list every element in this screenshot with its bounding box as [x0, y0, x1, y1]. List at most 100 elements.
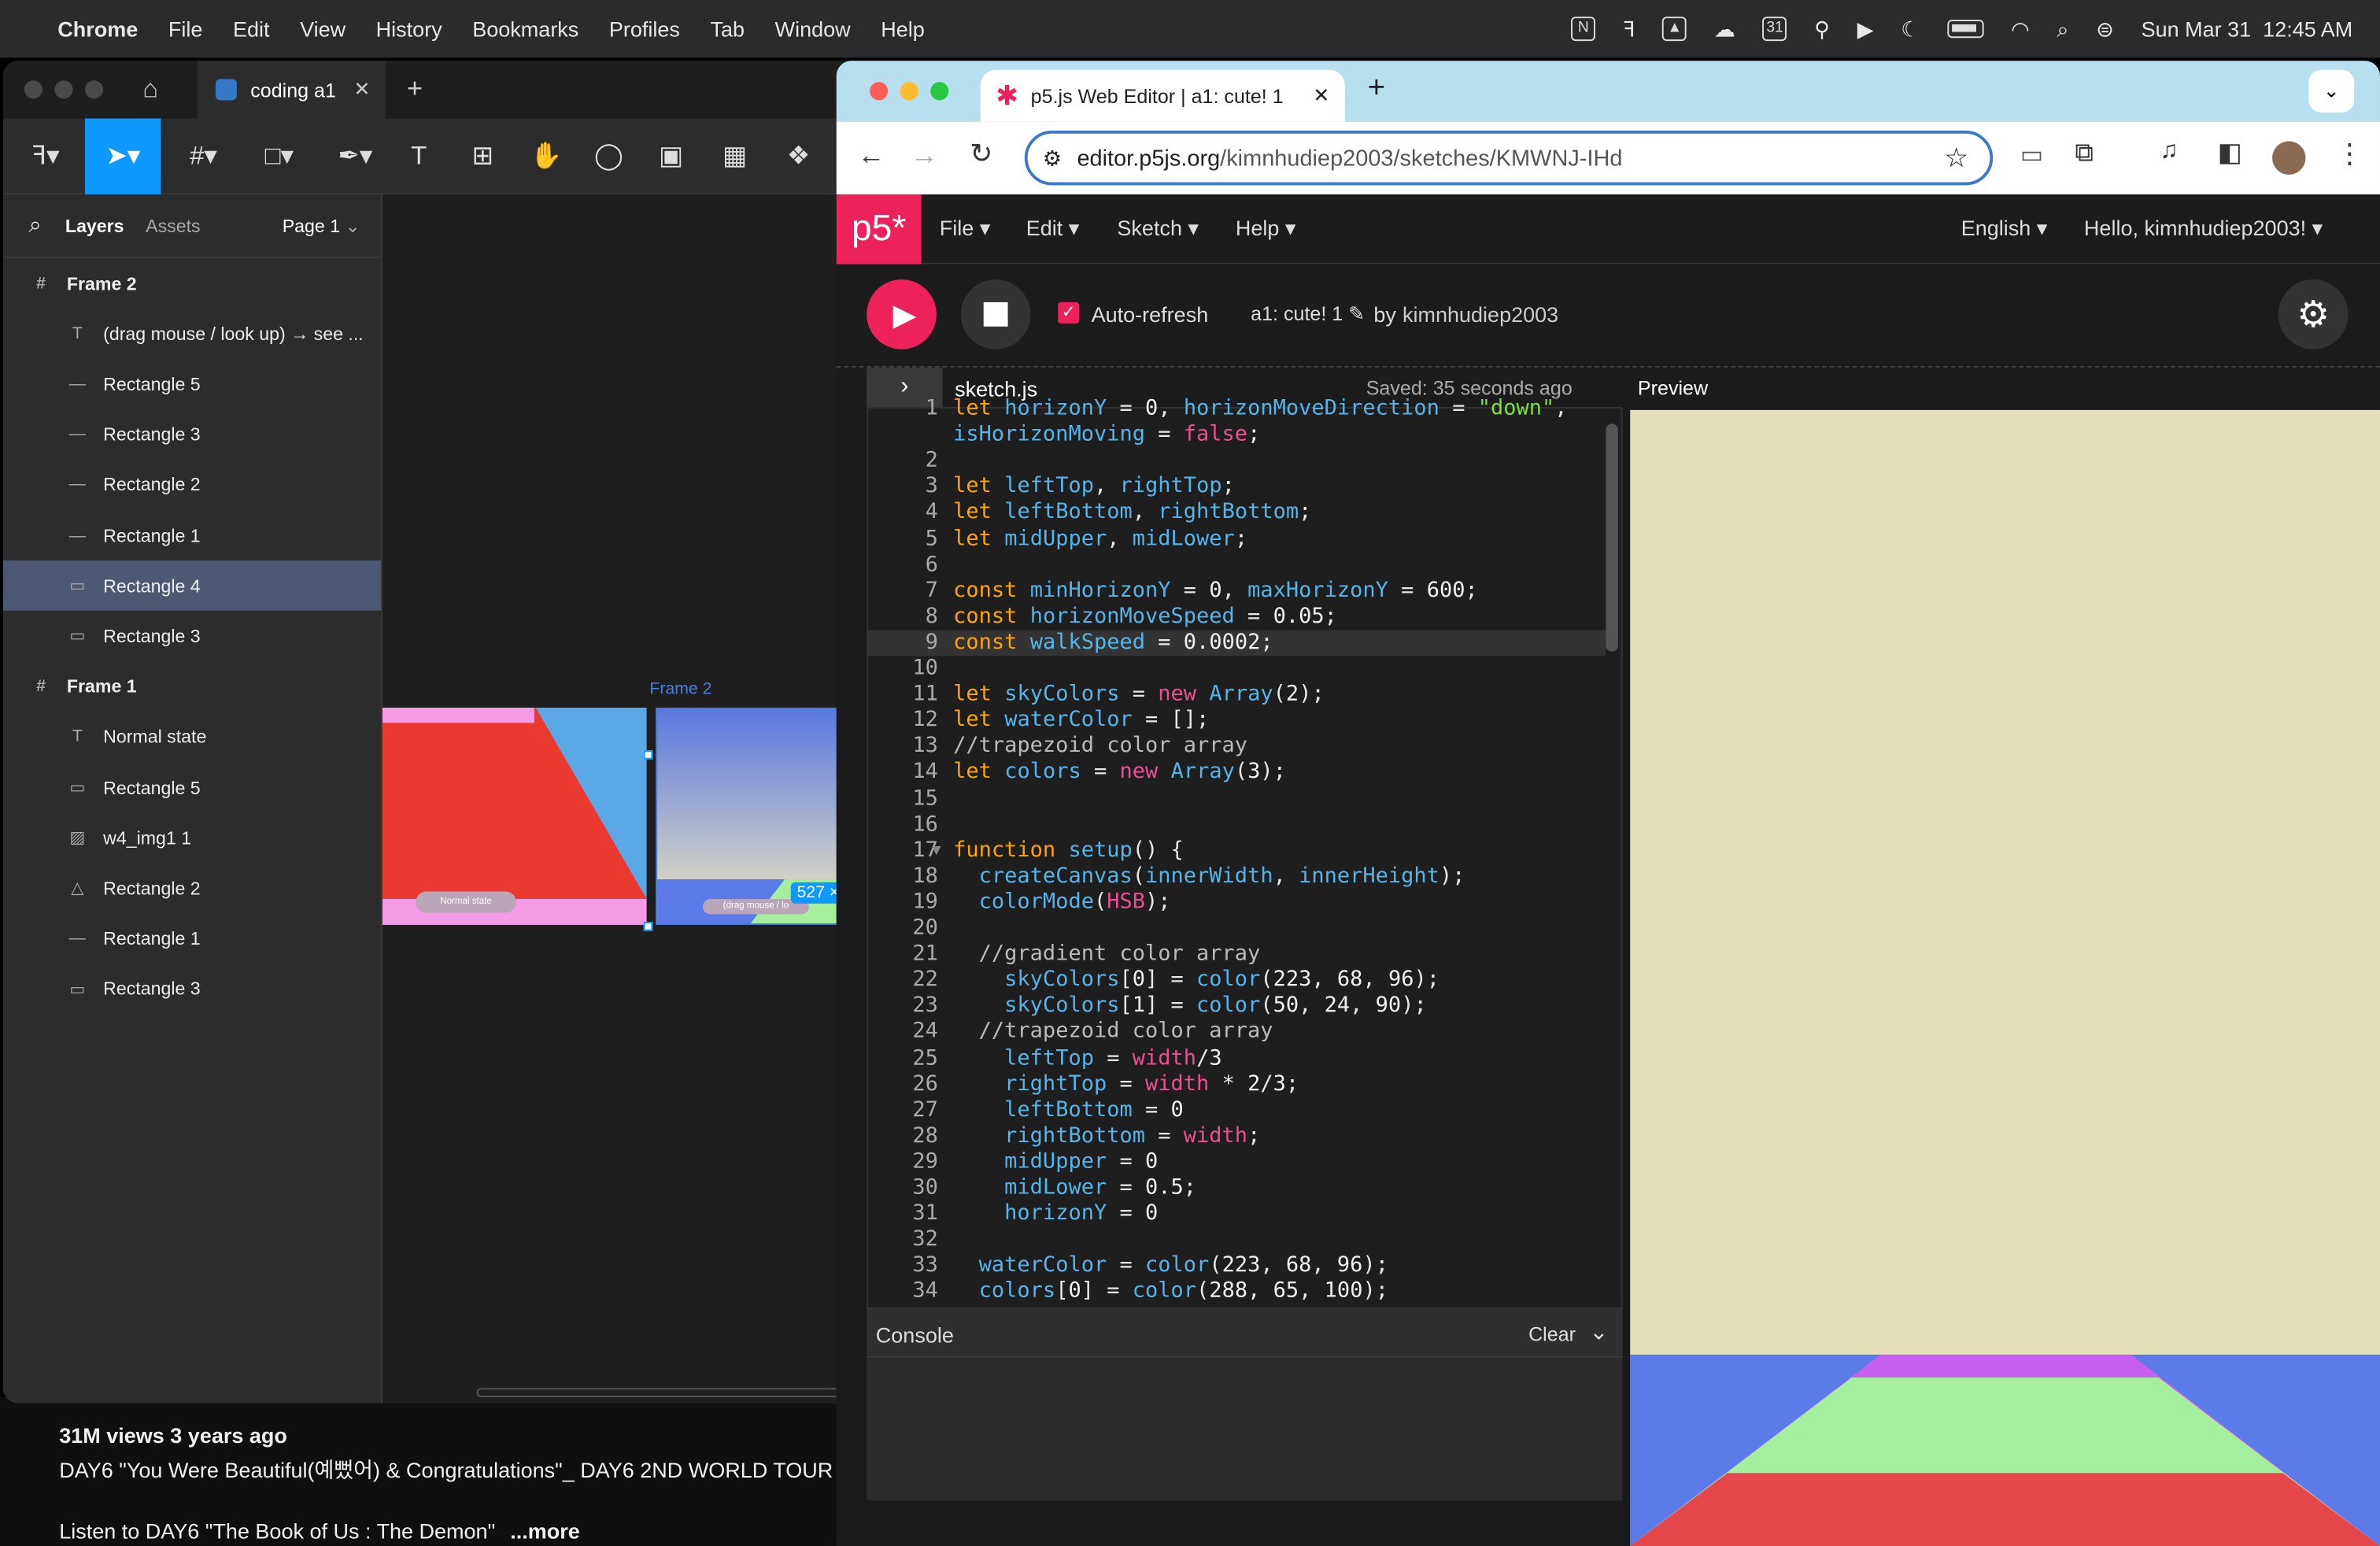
code-line[interactable]: waterColor = color(223, 68, 96);	[953, 1253, 1388, 1278]
code-line[interactable]: const horizonMoveSpeed = 0.05;	[953, 604, 1337, 628]
frame-layer[interactable]: # Frame 2	[3, 258, 381, 309]
reading-mode-icon[interactable]: ▭	[2020, 139, 2043, 170]
code-line[interactable]: leftTop = width/3	[953, 1045, 1221, 1070]
spotlight-icon[interactable]: ⌕	[2057, 16, 2068, 42]
code-line[interactable]: horizonY = 0	[953, 1201, 1158, 1226]
p5-menu-sketch[interactable]: Sketch ▾	[1117, 216, 1199, 242]
close-tab-icon[interactable]: ✕	[354, 77, 371, 102]
layer-item[interactable]: T Normal state	[3, 712, 381, 762]
code-line[interactable]: let colors = new Array(3);	[953, 760, 1286, 784]
code-line[interactable]: colors[0] = color(288, 65, 100);	[953, 1279, 1388, 1304]
editor-scrollbar[interactable]	[1606, 423, 1618, 652]
fold-arrow-icon[interactable]: ▼	[929, 843, 944, 860]
figma-status-icon[interactable]: ꟻ	[1623, 16, 1635, 42]
menu-edit[interactable]: Edit	[233, 17, 270, 41]
code-line[interactable]: //gradient color array	[953, 941, 1261, 966]
address-bar[interactable]: ⚙ editor.p5js.org/kimnhudiep2003/sketche…	[1024, 130, 1994, 186]
layer-item[interactable]: △ Rectangle 2	[3, 864, 381, 914]
menubar-app-name[interactable]: Chrome	[57, 17, 138, 41]
profile-avatar[interactable]	[2272, 141, 2306, 175]
stop-button[interactable]	[960, 279, 1031, 350]
code-editor[interactable]: 1 let horizonY = 0, horizonMoveDirection …	[867, 397, 1623, 1310]
play-icon[interactable]: ▶	[1857, 16, 1874, 42]
code-line[interactable]: skyColors[1] = color(50, 24, 90);	[953, 993, 1427, 1018]
chrome-tab-p5[interactable]: ✱ p5.js Web Editor | a1: cute! 1 ✕	[980, 69, 1345, 122]
code-line[interactable]: //trapezoid color array	[953, 734, 1247, 758]
new-tab-icon[interactable]: +	[1368, 72, 1386, 106]
pen-tool-icon[interactable]: ✒▾	[325, 118, 386, 194]
assets-tab[interactable]: Assets	[146, 216, 200, 237]
sketch-name[interactable]: a1: cute! 1 ✎	[1251, 302, 1365, 327]
code-line[interactable]: let midUpper, midLower;	[953, 526, 1247, 550]
close-tab-icon[interactable]: ✕	[1313, 83, 1329, 108]
selection-handle-top[interactable]	[643, 750, 653, 760]
frame-tool-icon[interactable]: #▾	[173, 118, 234, 194]
accessibility-icon[interactable]: ⚲	[1814, 16, 1830, 42]
code-line[interactable]: createCanvas(innerWidth, innerHeight);	[953, 864, 1465, 888]
play-button[interactable]: ▶	[867, 279, 937, 350]
wifi-icon[interactable]: ◠	[2011, 16, 2030, 42]
page-selector[interactable]: Page 1 ⌄	[283, 216, 360, 237]
close-window-button[interactable]	[24, 80, 42, 99]
grid-icon[interactable]: ▦	[708, 118, 762, 194]
zoom-window-button[interactable]	[84, 80, 104, 99]
settings-button[interactable]: ⚙	[2278, 279, 2349, 350]
sketch-preview[interactable]	[1630, 409, 2380, 1546]
forward-icon[interactable]: →	[911, 139, 938, 172]
main-menu-icon[interactable]: ꟻ▾	[15, 118, 76, 194]
collapse-console-icon[interactable]: ⌄	[1589, 1319, 1608, 1346]
code-line[interactable]: rightBottom = width;	[953, 1123, 1260, 1148]
minimize-window-button[interactable]	[900, 82, 918, 101]
layer-item[interactable]: ▭ Rectangle 3	[3, 964, 381, 1015]
code-line[interactable]: let horizonY = 0, horizonMoveDirection =…	[953, 397, 1567, 421]
layer-item[interactable]: ▨ w4_img1 1	[3, 813, 381, 864]
p5-logo[interactable]: p5*	[836, 194, 922, 264]
layer-item[interactable]: T (drag mouse / look up) → see ...	[3, 309, 381, 359]
console-clear-button[interactable]: Clear	[1528, 1322, 1576, 1345]
menu-bookmarks[interactable]: Bookmarks	[472, 17, 578, 41]
hand-tool-icon[interactable]: ✋	[519, 118, 574, 194]
extensions-icon[interactable]: ⧉	[2075, 139, 2093, 169]
layers-tab[interactable]: Layers	[65, 216, 124, 237]
notion-icon[interactable]: N	[1571, 17, 1596, 42]
rectangle-tool-icon[interactable]: □▾	[249, 118, 309, 194]
auto-refresh-checkbox[interactable]: ✓	[1058, 301, 1080, 324]
figma-canvas[interactable]: Normal state Frame 2 (drag mouse / lo 52…	[382, 194, 848, 1404]
menu-view[interactable]: View	[300, 17, 346, 41]
menu-window[interactable]: Window	[775, 17, 851, 41]
author-link[interactable]: kimnhudiep2003	[1402, 302, 1558, 327]
menu-tab[interactable]: Tab	[711, 17, 745, 41]
code-line[interactable]: let skyColors = new Array(2);	[953, 682, 1325, 706]
layer-item[interactable]: — Rectangle 1	[3, 510, 381, 560]
reload-icon[interactable]: ↻	[970, 139, 992, 171]
layer-item[interactable]: ▭ Rectangle 4	[2, 560, 382, 611]
code-line[interactable]: midUpper = 0	[953, 1149, 1158, 1174]
menubar-datetime[interactable]: Sun Mar 31 12:45 AM	[2142, 17, 2353, 41]
component-icon[interactable]: ❖	[771, 118, 826, 194]
frame-2-thumbnail[interactable]: (drag mouse / lo 527 ×	[656, 708, 848, 925]
code-line[interactable]: const minHorizonY = 0, maxHorizonY = 600…	[953, 578, 1478, 602]
frame-1-thumbnail[interactable]: Normal state	[382, 708, 647, 925]
move-tool-icon[interactable]: ➤▾	[84, 118, 161, 194]
site-settings-icon[interactable]: ⚙	[1043, 145, 1062, 171]
user-menu[interactable]: Hello, kimnhudiep2003! ▾	[2084, 216, 2323, 242]
code-line[interactable]: let waterColor = [];	[953, 708, 1209, 732]
media-icon[interactable]: ♫	[2160, 139, 2178, 166]
code-line[interactable]: let leftTop, rightTop;	[953, 475, 1235, 499]
code-line[interactable]: colorMode(HSB);	[953, 890, 1171, 914]
battery-icon[interactable]	[1947, 20, 1984, 39]
code-line[interactable]: let leftBottom, rightBottom;	[953, 500, 1311, 524]
zoom-window-button[interactable]	[930, 82, 949, 101]
search-icon[interactable]: ⌕	[29, 213, 42, 239]
layer-item[interactable]: ▭ Rectangle 5	[3, 762, 381, 812]
minimize-window-button[interactable]	[54, 80, 73, 99]
transform-icon[interactable]: ▣	[644, 118, 698, 194]
horizontal-scrollbar[interactable]	[476, 1388, 841, 1397]
back-icon[interactable]: ←	[858, 139, 885, 172]
layer-item[interactable]: — Rectangle 2	[3, 460, 381, 510]
frame-2-label[interactable]: Frame 2	[649, 680, 711, 698]
close-window-button[interactable]	[870, 82, 889, 101]
code-line[interactable]: skyColors[0] = color(223, 68, 96);	[953, 967, 1439, 992]
selection-handle-bottom[interactable]	[643, 922, 653, 931]
layer-item[interactable]: — Rectangle 3	[3, 409, 381, 460]
